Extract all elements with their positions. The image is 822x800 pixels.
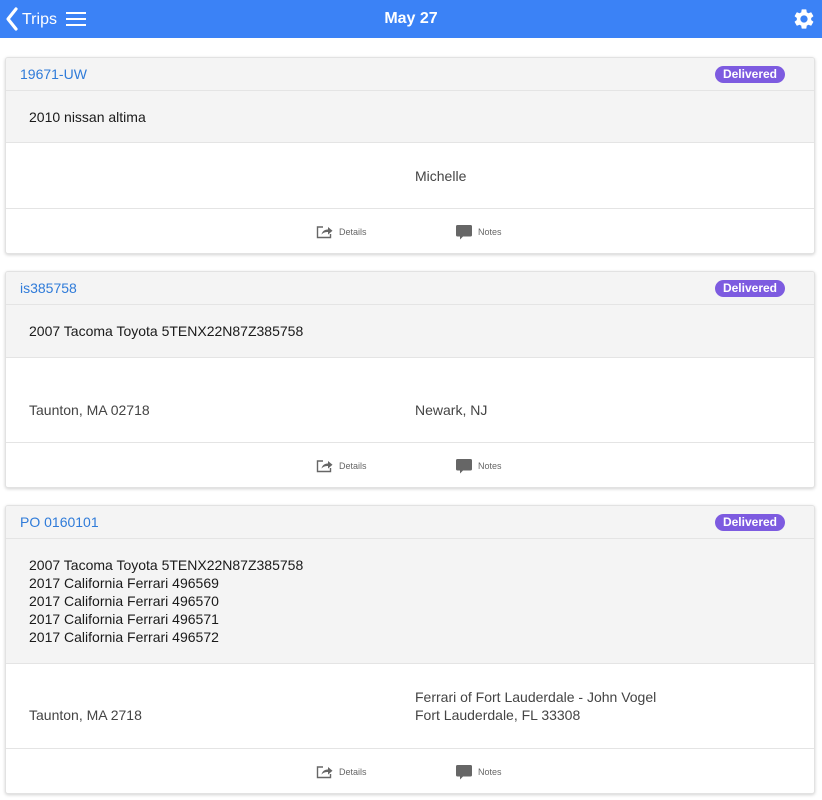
order-id-link[interactable]: PO 0160101 xyxy=(20,506,99,539)
speech-bubble-icon xyxy=(456,764,472,779)
origin-line: Taunton, MA 2718 xyxy=(29,707,142,723)
destination-line: Ferrari of Fort Lauderdale - John Vogel xyxy=(415,689,657,705)
details-label: Details xyxy=(339,461,367,471)
trip-locations: Michelle xyxy=(6,143,814,209)
trip-card: 19671-UW Delivered 2010 nissan altima Mi… xyxy=(5,57,815,254)
trip-actions: Details Notes xyxy=(6,749,814,793)
vehicle-list: 2007 Tacoma Toyota 5TENX22N87Z385758 xyxy=(6,305,814,358)
details-button[interactable]: Details xyxy=(316,762,367,782)
status-badge: Delivered xyxy=(714,66,785,83)
top-app-bar: Trips May 27 xyxy=(0,0,822,38)
destination: Newark, NJ xyxy=(415,401,487,419)
trip-card-header: is385758 Delivered xyxy=(6,272,814,305)
destination-line: Newark, NJ xyxy=(415,402,488,418)
vehicle-item: 2007 Tacoma Toyota 5TENX22N87Z385758 xyxy=(29,557,304,573)
trip-actions: Details Notes xyxy=(6,209,814,253)
destination: Michelle xyxy=(415,167,466,185)
trip-actions: Details Notes xyxy=(6,443,814,487)
speech-bubble-icon xyxy=(456,458,472,473)
notes-button[interactable]: Notes xyxy=(455,222,502,242)
order-id-link[interactable]: is385758 xyxy=(20,272,77,305)
gear-icon[interactable] xyxy=(792,7,816,31)
destination-line: Fort Lauderdale, FL 33308 xyxy=(415,707,581,723)
trip-card-header: 19671-UW Delivered xyxy=(6,58,814,91)
speech-bubble-icon xyxy=(456,224,472,239)
share-icon xyxy=(316,226,333,239)
trip-locations: Taunton, MA 02718 Newark, NJ xyxy=(6,358,814,443)
status-badge: Delivered xyxy=(714,514,785,531)
destination: Ferrari of Fort Lauderdale - John Vogel … xyxy=(415,688,656,724)
page-title: May 27 xyxy=(384,10,438,27)
vehicle-list: 2010 nissan altima xyxy=(6,91,814,143)
notes-button[interactable]: Notes xyxy=(455,456,502,476)
vehicle-item: 2017 California Ferrari 496570 xyxy=(29,593,219,609)
vehicle-item: 2017 California Ferrari 496569 xyxy=(29,575,219,591)
trip-locations: Taunton, MA 2718 Ferrari of Fort Lauderd… xyxy=(6,664,814,749)
vehicle-item: 2010 nissan altima xyxy=(29,109,146,125)
vehicle-item: 2017 California Ferrari 496571 xyxy=(29,611,219,627)
details-label: Details xyxy=(339,767,367,777)
trip-card: is385758 Delivered 2007 Tacoma Toyota 5T… xyxy=(5,271,815,488)
origin-line: Taunton, MA 02718 xyxy=(29,402,150,418)
trip-card: PO 0160101 Delivered 2007 Tacoma Toyota … xyxy=(5,505,815,794)
vehicle-item: 2007 Tacoma Toyota 5TENX22N87Z385758 xyxy=(29,323,304,339)
vehicle-item: 2017 California Ferrari 496572 xyxy=(29,629,219,645)
status-badge: Delivered xyxy=(714,280,785,297)
origin: Taunton, MA 02718 xyxy=(29,401,150,419)
details-button[interactable]: Details xyxy=(316,456,367,476)
origin: Taunton, MA 2718 xyxy=(29,706,142,724)
notes-label: Notes xyxy=(478,461,502,471)
notes-button[interactable]: Notes xyxy=(455,762,502,782)
details-label: Details xyxy=(339,227,367,237)
share-icon xyxy=(316,766,333,779)
trip-card-header: PO 0160101 Delivered xyxy=(6,506,814,539)
details-button[interactable]: Details xyxy=(316,222,367,242)
share-icon xyxy=(316,460,333,473)
destination-line: Michelle xyxy=(415,168,467,184)
notes-label: Notes xyxy=(478,227,502,237)
order-id-link[interactable]: 19671-UW xyxy=(20,58,87,91)
vehicle-list: 2007 Tacoma Toyota 5TENX22N87Z385758 201… xyxy=(6,539,814,664)
notes-label: Notes xyxy=(478,767,502,777)
